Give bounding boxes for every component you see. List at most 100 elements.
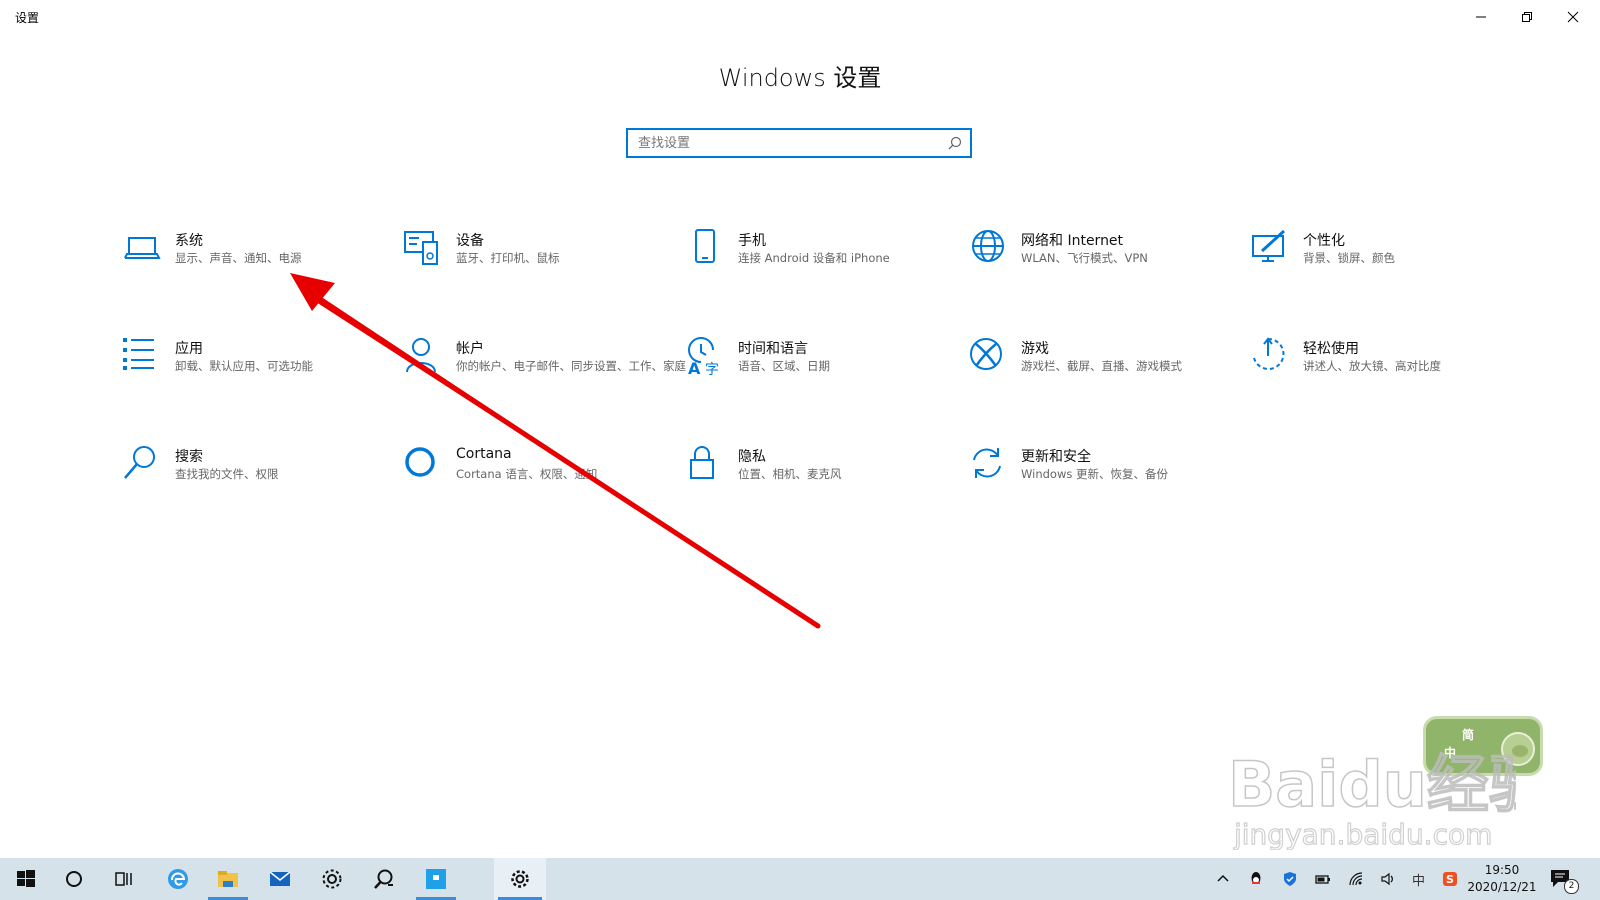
tray-volume[interactable] — [1378, 869, 1398, 889]
minimize-icon — [1476, 16, 1486, 18]
window-title: 设置 — [15, 11, 40, 25]
shield-icon — [1284, 872, 1296, 886]
watermark-line2: jingyan.baidu.com — [1233, 818, 1492, 850]
restore-button[interactable] — [1504, 0, 1550, 34]
tile-desc: 显示、声音、通知、电源 — [175, 251, 302, 265]
app-window-icon — [426, 869, 446, 889]
task-view-button[interactable] — [100, 858, 148, 900]
tile-cortana[interactable]: Cortana Cortana 语言、权限、通知 — [403, 444, 663, 514]
phone-icon — [685, 228, 725, 268]
edge-button[interactable] — [154, 858, 202, 900]
tile-desc: Cortana 语言、权限、通知 — [456, 467, 598, 481]
tile-name: 时间和语言 — [738, 341, 808, 357]
tile-name: 个性化 — [1303, 233, 1345, 249]
tile-system[interactable]: 系统 显示、声音、通知、电源 — [122, 228, 382, 298]
svg-text:A: A — [688, 359, 701, 376]
tile-desc: 卸载、默认应用、可选功能 — [175, 359, 313, 373]
tile-name: 网络和 Internet — [1021, 233, 1124, 249]
search-icon[interactable] — [948, 136, 962, 150]
ease-of-access-icon — [1250, 336, 1290, 376]
settings-active-button[interactable] — [494, 858, 546, 900]
xbox-icon — [968, 336, 1008, 376]
tile-ease-of-access[interactable]: 轻松使用 讲述人、放大镜、高对比度 — [1250, 336, 1510, 406]
qq-icon — [1251, 872, 1261, 884]
search-input[interactable] — [628, 130, 938, 156]
tile-desc: 背景、锁屏、颜色 — [1303, 251, 1395, 265]
sogou-icon: S — [1443, 872, 1457, 886]
tile-update-security[interactable]: 更新和安全 Windows 更新、恢复、备份 — [968, 444, 1228, 514]
close-icon — [1567, 11, 1579, 23]
tray-chevron[interactable] — [1213, 869, 1233, 889]
paint-icon — [1250, 228, 1290, 268]
tile-name: 更新和安全 — [1021, 449, 1091, 465]
tile-name: 应用 — [175, 341, 203, 357]
search-app-button[interactable] — [360, 858, 408, 900]
tile-search[interactable]: 搜索 查找我的文件、权限 — [122, 444, 382, 514]
mail-button[interactable] — [256, 858, 304, 900]
cortana-circle-icon — [66, 871, 82, 887]
clock-time: 19:50 — [1484, 863, 1520, 877]
tile-time-language[interactable]: A字 时间和语言 语音、区域、日期 — [685, 336, 945, 406]
time-language-icon: A字 — [685, 336, 725, 378]
cortana-button[interactable] — [50, 858, 98, 900]
edge-icon — [168, 869, 188, 889]
tile-name: Cortana — [456, 446, 512, 462]
tile-name: 隐私 — [738, 449, 766, 465]
tile-desc: 讲述人、放大镜、高对比度 — [1303, 359, 1441, 373]
globe-icon — [968, 228, 1008, 268]
notification-count: 2 — [1564, 879, 1579, 894]
tray-shield[interactable] — [1280, 869, 1300, 889]
close-button[interactable] — [1550, 0, 1596, 34]
tile-devices[interactable]: 设备 蓝牙、打印机、鼠标 — [403, 228, 663, 298]
windows-start-icon — [17, 870, 35, 887]
tile-desc: 蓝牙、打印机、鼠标 — [456, 251, 560, 265]
battery-icon — [1315, 875, 1330, 884]
cortana-icon — [403, 444, 443, 484]
watermark-line1: Baidu经验 — [1228, 748, 1516, 821]
settings-gear-icon — [322, 869, 342, 889]
tile-desc: Windows 更新、恢复、备份 — [1021, 467, 1168, 481]
tile-desc: 位置、相机、麦克风 — [738, 467, 842, 481]
tile-desc: 查找我的文件、权限 — [175, 467, 279, 481]
tile-personalization[interactable]: 个性化 背景、锁屏、颜色 — [1250, 228, 1510, 298]
svg-text:字: 字 — [705, 362, 719, 376]
tile-privacy[interactable]: 隐私 位置、相机、麦克风 — [685, 444, 945, 514]
laptop-icon — [122, 228, 162, 268]
tile-name: 设备 — [456, 233, 484, 249]
tile-gaming[interactable]: 游戏 游戏栏、截屏、直播、游戏模式 — [968, 336, 1228, 406]
title-bar: 设置 — [0, 0, 1600, 34]
task-view-icon — [115, 872, 132, 886]
tile-accounts[interactable]: 帐户 你的帐户、电子邮件、同步设置、工作、家庭 — [403, 336, 686, 406]
person-icon — [403, 336, 443, 376]
tray-battery[interactable] — [1313, 869, 1333, 889]
wifi-icon — [1349, 872, 1363, 886]
tray-qq[interactable] — [1246, 869, 1266, 889]
settings-app-button[interactable] — [308, 858, 356, 900]
apps-list-icon — [122, 336, 162, 376]
mail-icon — [269, 871, 291, 886]
ime-zh-indicator[interactable]: 中 — [1412, 870, 1425, 889]
search-box[interactable] — [626, 128, 972, 158]
tile-desc: 语音、区域、日期 — [738, 359, 830, 373]
start-button[interactable] — [2, 858, 50, 900]
tile-apps[interactable]: 应用 卸载、默认应用、可选功能 — [122, 336, 382, 406]
search-app-icon — [374, 869, 393, 889]
tile-network[interactable]: 网络和 Internet WLAN、飞行模式、VPN — [968, 228, 1228, 298]
clock[interactable]: 19:50 2020/12/21 — [1462, 862, 1542, 896]
tray-sogou[interactable]: S — [1440, 869, 1460, 889]
tile-name: 系统 — [175, 233, 203, 249]
file-explorer-button[interactable] — [204, 858, 252, 900]
tray-wifi[interactable] — [1346, 869, 1366, 889]
tile-phone[interactable]: 手机 连接 Android 设备和 iPhone — [685, 228, 945, 298]
minimize-button[interactable] — [1458, 0, 1504, 34]
clock-date: 2020/12/21 — [1467, 880, 1537, 894]
taskbar: 中 S 19:50 2020/12/21 2 — [0, 858, 1600, 900]
app-window-button[interactable] — [412, 858, 460, 900]
search-icon — [122, 444, 162, 484]
tile-desc: 你的帐户、电子邮件、同步设置、工作、家庭 — [456, 359, 686, 373]
tile-name: 帐户 — [456, 341, 484, 357]
settings-active-icon — [511, 870, 529, 888]
file-explorer-icon — [218, 871, 238, 887]
keyboard-printer-icon — [403, 228, 443, 268]
tile-desc: 游戏栏、截屏、直播、游戏模式 — [1021, 359, 1182, 373]
